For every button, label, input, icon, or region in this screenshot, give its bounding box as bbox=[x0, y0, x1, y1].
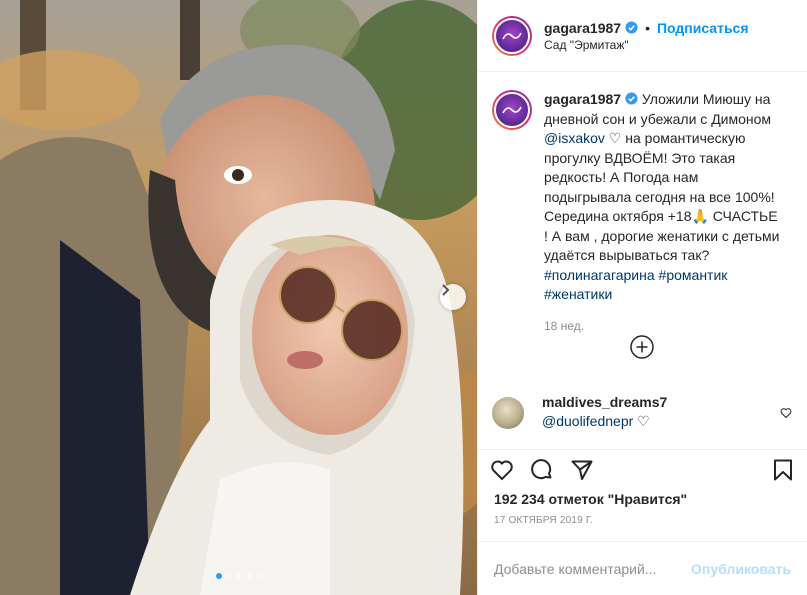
action-bar bbox=[478, 449, 807, 489]
comment-heart: ♡ bbox=[637, 413, 650, 429]
caption-time: 18 нед. bbox=[544, 318, 585, 333]
comment-input[interactable] bbox=[494, 560, 692, 577]
instagram-post: gagara1987 • Подписаться Сад "Эрмитаж" g… bbox=[0, 0, 807, 595]
hashtag-link[interactable]: #женатики bbox=[544, 286, 612, 302]
carousel-dot bbox=[225, 573, 232, 579]
author-username[interactable]: gagara1987 bbox=[544, 20, 621, 36]
comment-item: maldives_dreams7 @duolifednepr ♡ bbox=[492, 394, 792, 431]
bookmark-icon[interactable] bbox=[771, 458, 795, 482]
separator-dot: • bbox=[645, 19, 650, 36]
comment-text: maldives_dreams7 @duolifednepr ♡ bbox=[542, 393, 667, 431]
carousel-dot bbox=[245, 573, 252, 579]
publish-button[interactable]: Опубликовать bbox=[691, 561, 791, 577]
caption-text: gagara1987 Уложили Миюшу на дневной сон … bbox=[544, 90, 784, 305]
carousel-dot bbox=[235, 573, 242, 579]
verified-badge-icon bbox=[625, 92, 638, 105]
header-line: gagara1987 • Подписаться bbox=[544, 20, 749, 36]
author-logo-icon bbox=[502, 106, 522, 114]
hashtag-link[interactable]: #романтик bbox=[659, 267, 728, 283]
carousel-dot bbox=[255, 573, 262, 579]
comment-mention[interactable]: @duolifednepr bbox=[542, 413, 633, 429]
header-text: gagara1987 • Подписаться Сад "Эрмитаж" bbox=[544, 20, 749, 52]
caption-row: gagara1987 Уложили Миюшу на дневной сон … bbox=[492, 90, 793, 305]
post-photo[interactable] bbox=[0, 0, 477, 595]
author-avatar-image bbox=[494, 17, 530, 54]
author-logo-icon bbox=[502, 32, 522, 39]
caption-avatar-image bbox=[494, 92, 530, 128]
post-side-panel: gagara1987 • Подписаться Сад "Эрмитаж" g… bbox=[477, 0, 807, 595]
share-icon[interactable] bbox=[570, 458, 594, 482]
commenter-avatar[interactable] bbox=[492, 397, 524, 429]
add-comment-bar: Опубликовать bbox=[478, 541, 807, 595]
post-date[interactable]: 17 ОКТЯБРЯ 2019 Г. bbox=[478, 511, 807, 541]
caption-avatar[interactable] bbox=[492, 90, 532, 130]
next-slide-button[interactable] bbox=[440, 284, 466, 310]
verified-badge-icon bbox=[625, 21, 638, 34]
follow-button[interactable]: Подписаться bbox=[657, 20, 749, 36]
comments-area: gagara1987 Уложили Миюшу на дневной сон … bbox=[478, 72, 807, 449]
post-header: gagara1987 • Подписаться Сад "Эрмитаж" bbox=[478, 0, 807, 72]
hashtag-link[interactable]: #полинагагарина bbox=[544, 267, 655, 283]
carousel-dot bbox=[215, 573, 222, 579]
location-link[interactable]: Сад "Эрмитаж" bbox=[544, 38, 749, 52]
author-avatar[interactable] bbox=[492, 15, 532, 56]
comment-icon[interactable] bbox=[530, 458, 554, 482]
caption-body-2: на романтическую прогулку ВДВОЁМ! Это та… bbox=[544, 130, 780, 263]
like-comment-icon[interactable] bbox=[780, 407, 792, 419]
chevron-right-icon bbox=[442, 284, 450, 296]
caption-mention[interactable]: @isxakov bbox=[544, 130, 605, 146]
more-comments-icon[interactable] bbox=[630, 335, 654, 359]
caption-heart: ♡ bbox=[608, 130, 622, 146]
selfie-illustration bbox=[0, 0, 477, 595]
caption-username[interactable]: gagara1987 bbox=[544, 91, 621, 107]
likes-count[interactable]: 192 234 отметок "Нравится" bbox=[478, 489, 807, 511]
commenter-username[interactable]: maldives_dreams7 bbox=[542, 394, 667, 410]
carousel-dots bbox=[0, 573, 477, 579]
heart-icon[interactable] bbox=[490, 458, 514, 482]
